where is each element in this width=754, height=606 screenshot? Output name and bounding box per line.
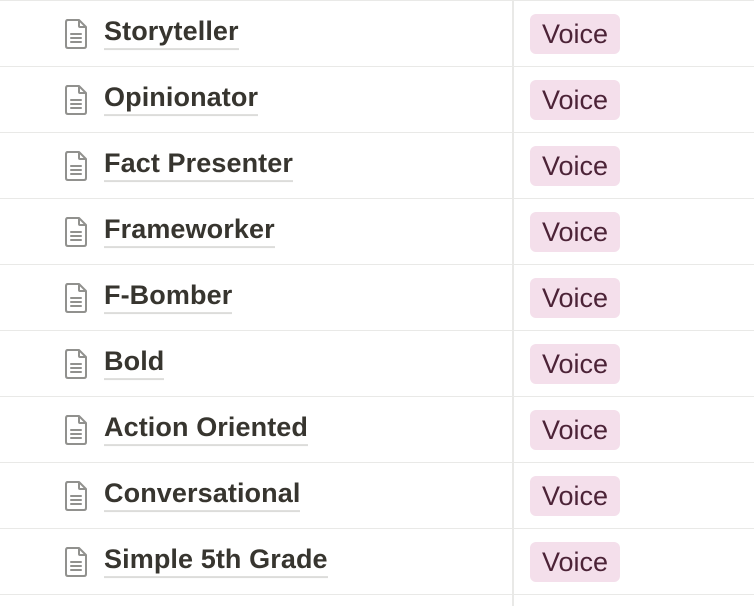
page-link[interactable]: Bold [104,345,165,380]
document-icon [65,480,87,511]
page-link[interactable]: F-Bomber [104,279,233,314]
table-row[interactable]: Simple 5th Grade Voice [0,529,754,595]
tag-badge: Voice [530,145,621,186]
tag-cell[interactable]: Voice [514,67,754,132]
name-cell[interactable]: Action Oriented [0,397,512,462]
document-icon [65,18,87,49]
name-cell[interactable]: Opinionator [0,67,512,132]
table-row[interactable]: Conversational Voice [0,463,754,529]
page-link[interactable]: Storyteller [104,15,239,50]
tag-badge: Voice [530,409,621,450]
name-cell[interactable]: Fact Presenter [0,133,512,198]
table-row[interactable]: Bold Voice [0,331,754,397]
tag-cell[interactable]: Voice [514,1,754,66]
tag-cell[interactable]: Voice [514,463,754,528]
tag-cell[interactable]: Voice [514,529,754,594]
tag-badge: Voice [530,343,621,384]
table-row[interactable]: Fact Presenter Voice [0,133,754,199]
table-row[interactable]: Storyteller Voice [0,1,754,67]
document-icon [65,348,87,379]
page-link[interactable]: Frameworker [104,213,275,248]
table-row[interactable]: Frameworker Voice [0,199,754,265]
tag-badge: Voice [530,13,621,54]
tag-cell[interactable]: Voice [514,397,754,462]
tag-badge: Voice [530,277,621,318]
table-row[interactable]: F-Bomber Voice [0,265,754,331]
name-cell[interactable]: Frameworker [0,199,512,264]
tag-cell[interactable]: Voice [514,133,754,198]
page-link[interactable]: Conversational [104,477,301,512]
tag-badge: Voice [530,79,621,120]
table-row[interactable]: Action Oriented Voice [0,397,754,463]
page-link[interactable]: Simple 5th Grade [104,543,328,578]
page-link[interactable]: Fact Presenter [104,147,293,182]
tag-cell[interactable]: Voice [514,265,754,330]
document-icon [65,414,87,445]
tag-cell[interactable]: Voice [514,331,754,396]
tag-badge: Voice [530,211,621,252]
document-icon [65,216,87,247]
name-cell[interactable]: F-Bomber [0,265,512,330]
tag-cell[interactable]: Voice [514,199,754,264]
document-icon [65,150,87,181]
document-icon [65,84,87,115]
name-cell[interactable]: Conversational [0,463,512,528]
tag-badge: Voice [530,475,621,516]
page-link[interactable]: Opinionator [104,81,259,116]
table-row[interactable]: Opinionator Voice [0,67,754,133]
document-icon [65,282,87,313]
database-table: Storyteller Voice Opinionator Voice Fact… [0,0,754,606]
name-cell[interactable]: Simple 5th Grade [0,529,512,594]
document-icon [65,546,87,577]
tag-badge: Voice [530,541,621,582]
page-link[interactable]: Action Oriented [104,411,309,446]
name-cell[interactable]: Bold [0,331,512,396]
name-cell[interactable]: Storyteller [0,1,512,66]
